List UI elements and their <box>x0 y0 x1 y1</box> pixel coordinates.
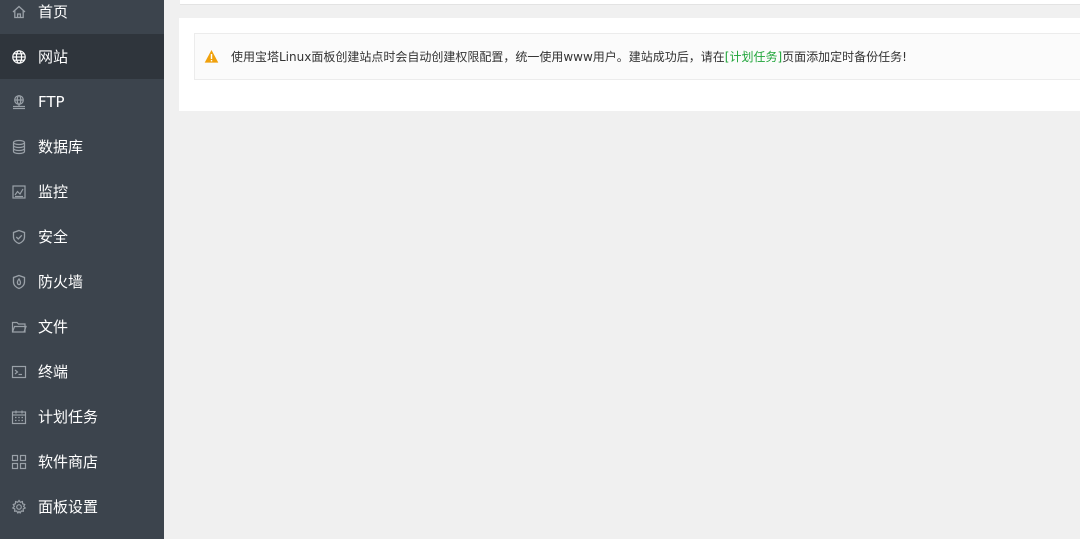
sidebar: 首页 网站 FTP 数据库 监控 安全 防火墙 文件 终端 计划任务 软件商店 … <box>0 0 164 539</box>
gear-icon <box>11 498 27 515</box>
notice-text-before: 使用宝塔Linux面板创建站点时会自动创建权限配置，统一使用www用户。建站成功… <box>231 50 725 64</box>
warning-icon <box>204 49 219 64</box>
sidebar-item-terminal[interactable]: 终端 <box>0 349 164 394</box>
globe-icon <box>11 49 27 65</box>
folder-icon <box>11 319 27 335</box>
sidebar-item-label: 软件商店 <box>38 453 99 471</box>
sidebar-item-cron[interactable]: 计划任务 <box>0 394 164 439</box>
home-icon <box>11 4 27 20</box>
sidebar-item-label: 网站 <box>38 48 69 66</box>
database-icon <box>11 139 27 155</box>
sidebar-item-firewall[interactable]: 防火墙 <box>0 259 164 304</box>
grid-icon <box>11 454 27 470</box>
sidebar-item-database[interactable]: 数据库 <box>0 124 164 169</box>
sidebar-item-label: 安全 <box>38 228 69 246</box>
sidebar-item-label: 监控 <box>38 183 69 201</box>
sidebar-item-website[interactable]: 网站 <box>0 34 164 79</box>
app-window: 首页 网站 FTP 数据库 监控 安全 防火墙 文件 终端 计划任务 软件商店 … <box>0 0 1080 539</box>
sidebar-item-label: 防火墙 <box>38 273 84 291</box>
notice-text-after: 页面添加定时备份任务! <box>782 50 907 64</box>
notice-banner: 使用宝塔Linux面板创建站点时会自动创建权限配置，统一使用www用户。建站成功… <box>194 33 1080 80</box>
sidebar-item-files[interactable]: 文件 <box>0 304 164 349</box>
cron-task-link[interactable]: [计划任务] <box>725 50 782 64</box>
sidebar-item-store[interactable]: 软件商店 <box>0 439 164 484</box>
sidebar-item-label: 文件 <box>38 318 69 336</box>
sidebar-item-label: 面板设置 <box>38 498 99 516</box>
notice-text: 使用宝塔Linux面板创建站点时会自动创建权限配置，统一使用www用户。建站成功… <box>231 48 907 65</box>
top-toolbar-strip <box>180 0 1080 5</box>
sidebar-item-home[interactable]: 首页 <box>0 0 164 34</box>
sidebar-item-monitor[interactable]: 监控 <box>0 169 164 214</box>
sidebar-item-settings[interactable]: 面板设置 <box>0 484 164 529</box>
sidebar-item-ftp[interactable]: FTP <box>0 79 164 124</box>
terminal-icon <box>11 364 27 380</box>
monitor-icon <box>11 184 27 200</box>
sidebar-item-label: 数据库 <box>38 138 84 156</box>
sidebar-item-security[interactable]: 安全 <box>0 214 164 259</box>
sidebar-item-label: 首页 <box>38 3 69 21</box>
shield-icon <box>11 229 27 245</box>
calendar-icon <box>11 409 27 425</box>
sidebar-item-label: 终端 <box>38 363 69 381</box>
sidebar-item-label: 计划任务 <box>38 408 99 426</box>
sidebar-item-label: FTP <box>38 92 65 111</box>
firewall-icon <box>11 274 27 290</box>
ftp-icon <box>11 94 27 110</box>
